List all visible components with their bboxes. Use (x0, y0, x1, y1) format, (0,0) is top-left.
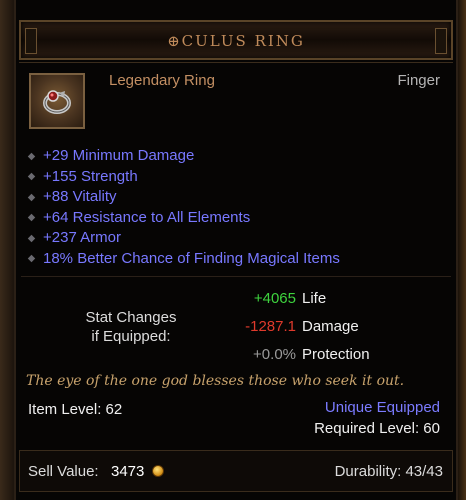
item-name: ⊕CULUS RING (167, 32, 305, 50)
bullet-icon (27, 173, 36, 181)
sell-value-label: Sell Value: (28, 463, 99, 480)
item-slot: Finger (397, 72, 440, 89)
item-title-banner: ⊕CULUS RING (19, 20, 453, 60)
background-frame-left (0, 0, 14, 500)
item-type: Legendary Ring (109, 72, 215, 89)
durability: Durability: 43/43 (334, 463, 443, 480)
background-frame-right (458, 0, 466, 500)
stat-row-damage: -1287.1 Damage (186, 318, 386, 338)
stat-label: Life (302, 290, 327, 307)
bullet-icon (27, 214, 36, 222)
affix-item: +88 Vitality (27, 187, 448, 208)
sell-value-amount: 3473 (111, 463, 145, 480)
section-divider (21, 276, 451, 277)
unique-equipped-note: Unique Equipped (324, 399, 440, 416)
affix-list: +29 Minimum Damage +155 Strength +88 Vit… (27, 146, 448, 270)
affix-text: 18% Better Chance of Finding Magical Ite… (43, 249, 340, 267)
affix-item: 18% Better Chance of Finding Magical Ite… (27, 249, 448, 270)
tooltip-footer: Sell Value: 3473 Durability: 43/43 (19, 450, 453, 492)
ring-icon (29, 73, 85, 129)
affix-text: +64 Resistance to All Elements (43, 208, 251, 226)
bullet-icon (27, 234, 36, 242)
affix-item: +29 Minimum Damage (27, 146, 448, 167)
bullet-icon (27, 255, 36, 263)
bullet-icon (27, 152, 36, 160)
stat-value: +4065 (253, 290, 296, 307)
required-level: Required Level: 60 (314, 420, 440, 437)
stat-label: Protection (302, 346, 370, 363)
title-divider (19, 62, 453, 63)
item-level: Item Level: 62 (28, 401, 123, 418)
stat-caption-line: Stat Changes (85, 309, 177, 326)
affix-text: +88 Vitality (43, 188, 117, 206)
affix-item: +237 Armor (27, 228, 448, 249)
stat-row-protection: +0.0% Protection (186, 346, 386, 366)
stat-row-life: +4065 Life (186, 290, 386, 310)
stat-label: Damage (302, 318, 359, 335)
stat-changes-caption: Stat Changes if Equipped: (66, 308, 196, 346)
stat-caption-line: if Equipped: (91, 328, 171, 345)
affix-item: +155 Strength (27, 167, 448, 188)
bullet-icon (27, 193, 36, 201)
affix-item: +64 Resistance to All Elements (27, 208, 448, 229)
flavor-text: The eye of the one god blesses those who… (26, 373, 405, 389)
affix-text: +29 Minimum Damage (43, 147, 195, 165)
gold-coin-icon (152, 465, 164, 477)
affix-text: +155 Strength (43, 167, 138, 185)
affix-text: +237 Armor (43, 229, 121, 247)
stat-value: +0.0% (253, 346, 296, 363)
stat-value: -1287.1 (245, 318, 296, 335)
item-tooltip: ⊕CULUS RING Legendary Ring Finger +29 Mi… (14, 0, 458, 500)
